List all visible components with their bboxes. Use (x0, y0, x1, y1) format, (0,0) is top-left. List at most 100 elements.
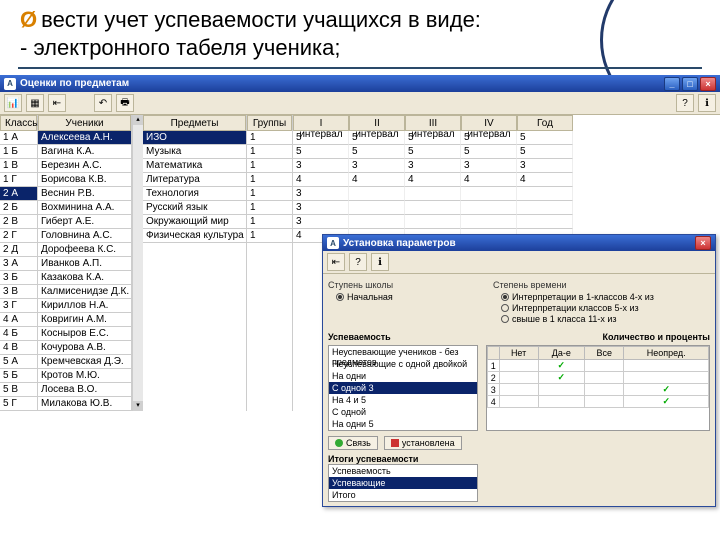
grade-cell[interactable] (517, 187, 573, 201)
grade-cell[interactable] (517, 201, 573, 215)
progress-item[interactable]: На 4 и 5 (329, 394, 477, 406)
class-cell[interactable]: 3 Г (0, 299, 37, 313)
undo-icon[interactable]: ↶ (94, 94, 112, 112)
time-option[interactable]: Интерпретации классов 5-х из (501, 303, 710, 313)
student-cell[interactable]: Казакова К.А. (38, 271, 131, 285)
class-cell[interactable]: 1 В (0, 159, 37, 173)
grade-cell[interactable]: 3 (461, 159, 517, 173)
student-cell[interactable]: Вохминина А.А. (38, 201, 131, 215)
dialog-close-button[interactable]: × (695, 236, 711, 250)
grade-cell[interactable] (349, 187, 405, 201)
grade-cell[interactable]: 5 (293, 131, 349, 145)
class-cell[interactable]: 4 В (0, 341, 37, 355)
grade-cell[interactable]: 5 (405, 131, 461, 145)
subject-cell[interactable]: ИЗО (143, 131, 246, 145)
grade-cell[interactable] (349, 215, 405, 229)
progress-item[interactable]: С одной 3 (329, 382, 477, 394)
grade-cell[interactable]: 3 (293, 187, 349, 201)
student-cell[interactable]: Головнина А.С. (38, 229, 131, 243)
subject-cell[interactable]: Технология (143, 187, 246, 201)
totals-item[interactable]: Итого (329, 489, 477, 501)
chart-icon[interactable]: 📊 (4, 94, 22, 112)
time-option[interactable]: Интерпретации в 1-классов 4-х из (501, 292, 710, 302)
class-cell[interactable]: 5 В (0, 383, 37, 397)
grade-cell[interactable]: 3 (293, 159, 349, 173)
count-cell[interactable]: ✓ (624, 384, 709, 396)
class-cell[interactable]: 1 Г (0, 173, 37, 187)
grade-cell[interactable]: 5 (517, 145, 573, 159)
class-cell[interactable]: 2 Д (0, 243, 37, 257)
subject-cell[interactable]: Математика (143, 159, 246, 173)
grade-cell[interactable]: 3 (293, 215, 349, 229)
grade-cell[interactable]: 4 (461, 173, 517, 187)
totals-item[interactable]: Успеваемость (329, 465, 477, 477)
progress-item[interactable]: На одни (329, 370, 477, 382)
count-cell[interactable] (585, 372, 624, 384)
student-cell[interactable]: Ковригин А.М. (38, 313, 131, 327)
subject-cell[interactable]: Музыка (143, 145, 246, 159)
grade-cell[interactable]: 3 (405, 159, 461, 173)
class-cell[interactable]: 2 Б (0, 201, 37, 215)
group-cell[interactable]: 1 (247, 145, 292, 159)
count-cell[interactable]: ✓ (538, 372, 584, 384)
group-cell[interactable]: 1 (247, 229, 292, 243)
class-cell[interactable]: 5 Г (0, 397, 37, 411)
count-cell[interactable] (499, 360, 538, 372)
grade-cell[interactable]: 4 (405, 173, 461, 187)
link-button[interactable]: Связь (328, 436, 378, 450)
maximize-button[interactable]: □ (682, 77, 698, 91)
student-cell[interactable]: Косныров Е.С. (38, 327, 131, 341)
students-scrollbar[interactable]: ▴▾ (132, 115, 143, 411)
student-cell[interactable]: Кремчевская Д.Э. (38, 355, 131, 369)
time-option[interactable]: свыше в 1 класса 11-х из (501, 314, 710, 324)
grade-cell[interactable] (461, 187, 517, 201)
class-cell[interactable]: 1 Б (0, 145, 37, 159)
school-option[interactable]: Начальная (336, 292, 483, 302)
group-cell[interactable]: 1 (247, 159, 292, 173)
student-cell[interactable]: Калмисенидзе Д.К. (38, 285, 131, 299)
count-cell[interactable]: ✓ (538, 360, 584, 372)
class-cell[interactable]: 5 А (0, 355, 37, 369)
count-cell[interactable] (624, 360, 709, 372)
grade-cell[interactable]: 3 (517, 159, 573, 173)
student-cell[interactable]: Иванков А.П. (38, 257, 131, 271)
grade-cell[interactable] (517, 215, 573, 229)
grade-cell[interactable] (405, 215, 461, 229)
class-cell[interactable]: 3 В (0, 285, 37, 299)
group-cell[interactable]: 1 (247, 131, 292, 145)
minimize-button[interactable]: _ (664, 77, 680, 91)
student-cell[interactable]: Алексеева А.Н. (38, 131, 131, 145)
class-cell[interactable]: 4 А (0, 313, 37, 327)
subject-cell[interactable]: Окружающий мир (143, 215, 246, 229)
class-cell[interactable]: 1 А (0, 131, 37, 145)
grade-cell[interactable]: 4 (517, 173, 573, 187)
count-cell[interactable] (624, 372, 709, 384)
class-cell[interactable]: 4 Б (0, 327, 37, 341)
totals-item[interactable]: Успевающие (329, 477, 477, 489)
grade-cell[interactable] (349, 201, 405, 215)
count-cell[interactable] (585, 384, 624, 396)
student-cell[interactable]: Борисова К.В. (38, 173, 131, 187)
class-cell[interactable]: 3 Б (0, 271, 37, 285)
subject-cell[interactable]: Литература (143, 173, 246, 187)
student-cell[interactable]: Кириллов Н.А. (38, 299, 131, 313)
set-button[interactable]: установлена (384, 436, 462, 450)
grade-cell[interactable]: 5 (349, 145, 405, 159)
grade-cell[interactable] (405, 187, 461, 201)
student-cell[interactable]: Гиберт А.Е. (38, 215, 131, 229)
close-button[interactable]: × (700, 77, 716, 91)
grade-cell[interactable]: 3 (349, 159, 405, 173)
subject-cell[interactable]: Физическая культура (143, 229, 246, 243)
subject-cell[interactable]: Русский язык (143, 201, 246, 215)
count-cell[interactable] (538, 396, 584, 408)
grade-cell[interactable]: 5 (293, 145, 349, 159)
student-cell[interactable]: Кротов М.Ю. (38, 369, 131, 383)
count-cell[interactable] (499, 384, 538, 396)
group-cell[interactable]: 1 (247, 215, 292, 229)
progress-item[interactable]: Неуспевающие учеников - без предметов (329, 346, 477, 358)
progress-item[interactable]: С одной (329, 406, 477, 418)
grade-cell[interactable] (461, 201, 517, 215)
grade-cell[interactable] (405, 201, 461, 215)
grade-cell[interactable]: 4 (293, 173, 349, 187)
group-cell[interactable]: 1 (247, 187, 292, 201)
